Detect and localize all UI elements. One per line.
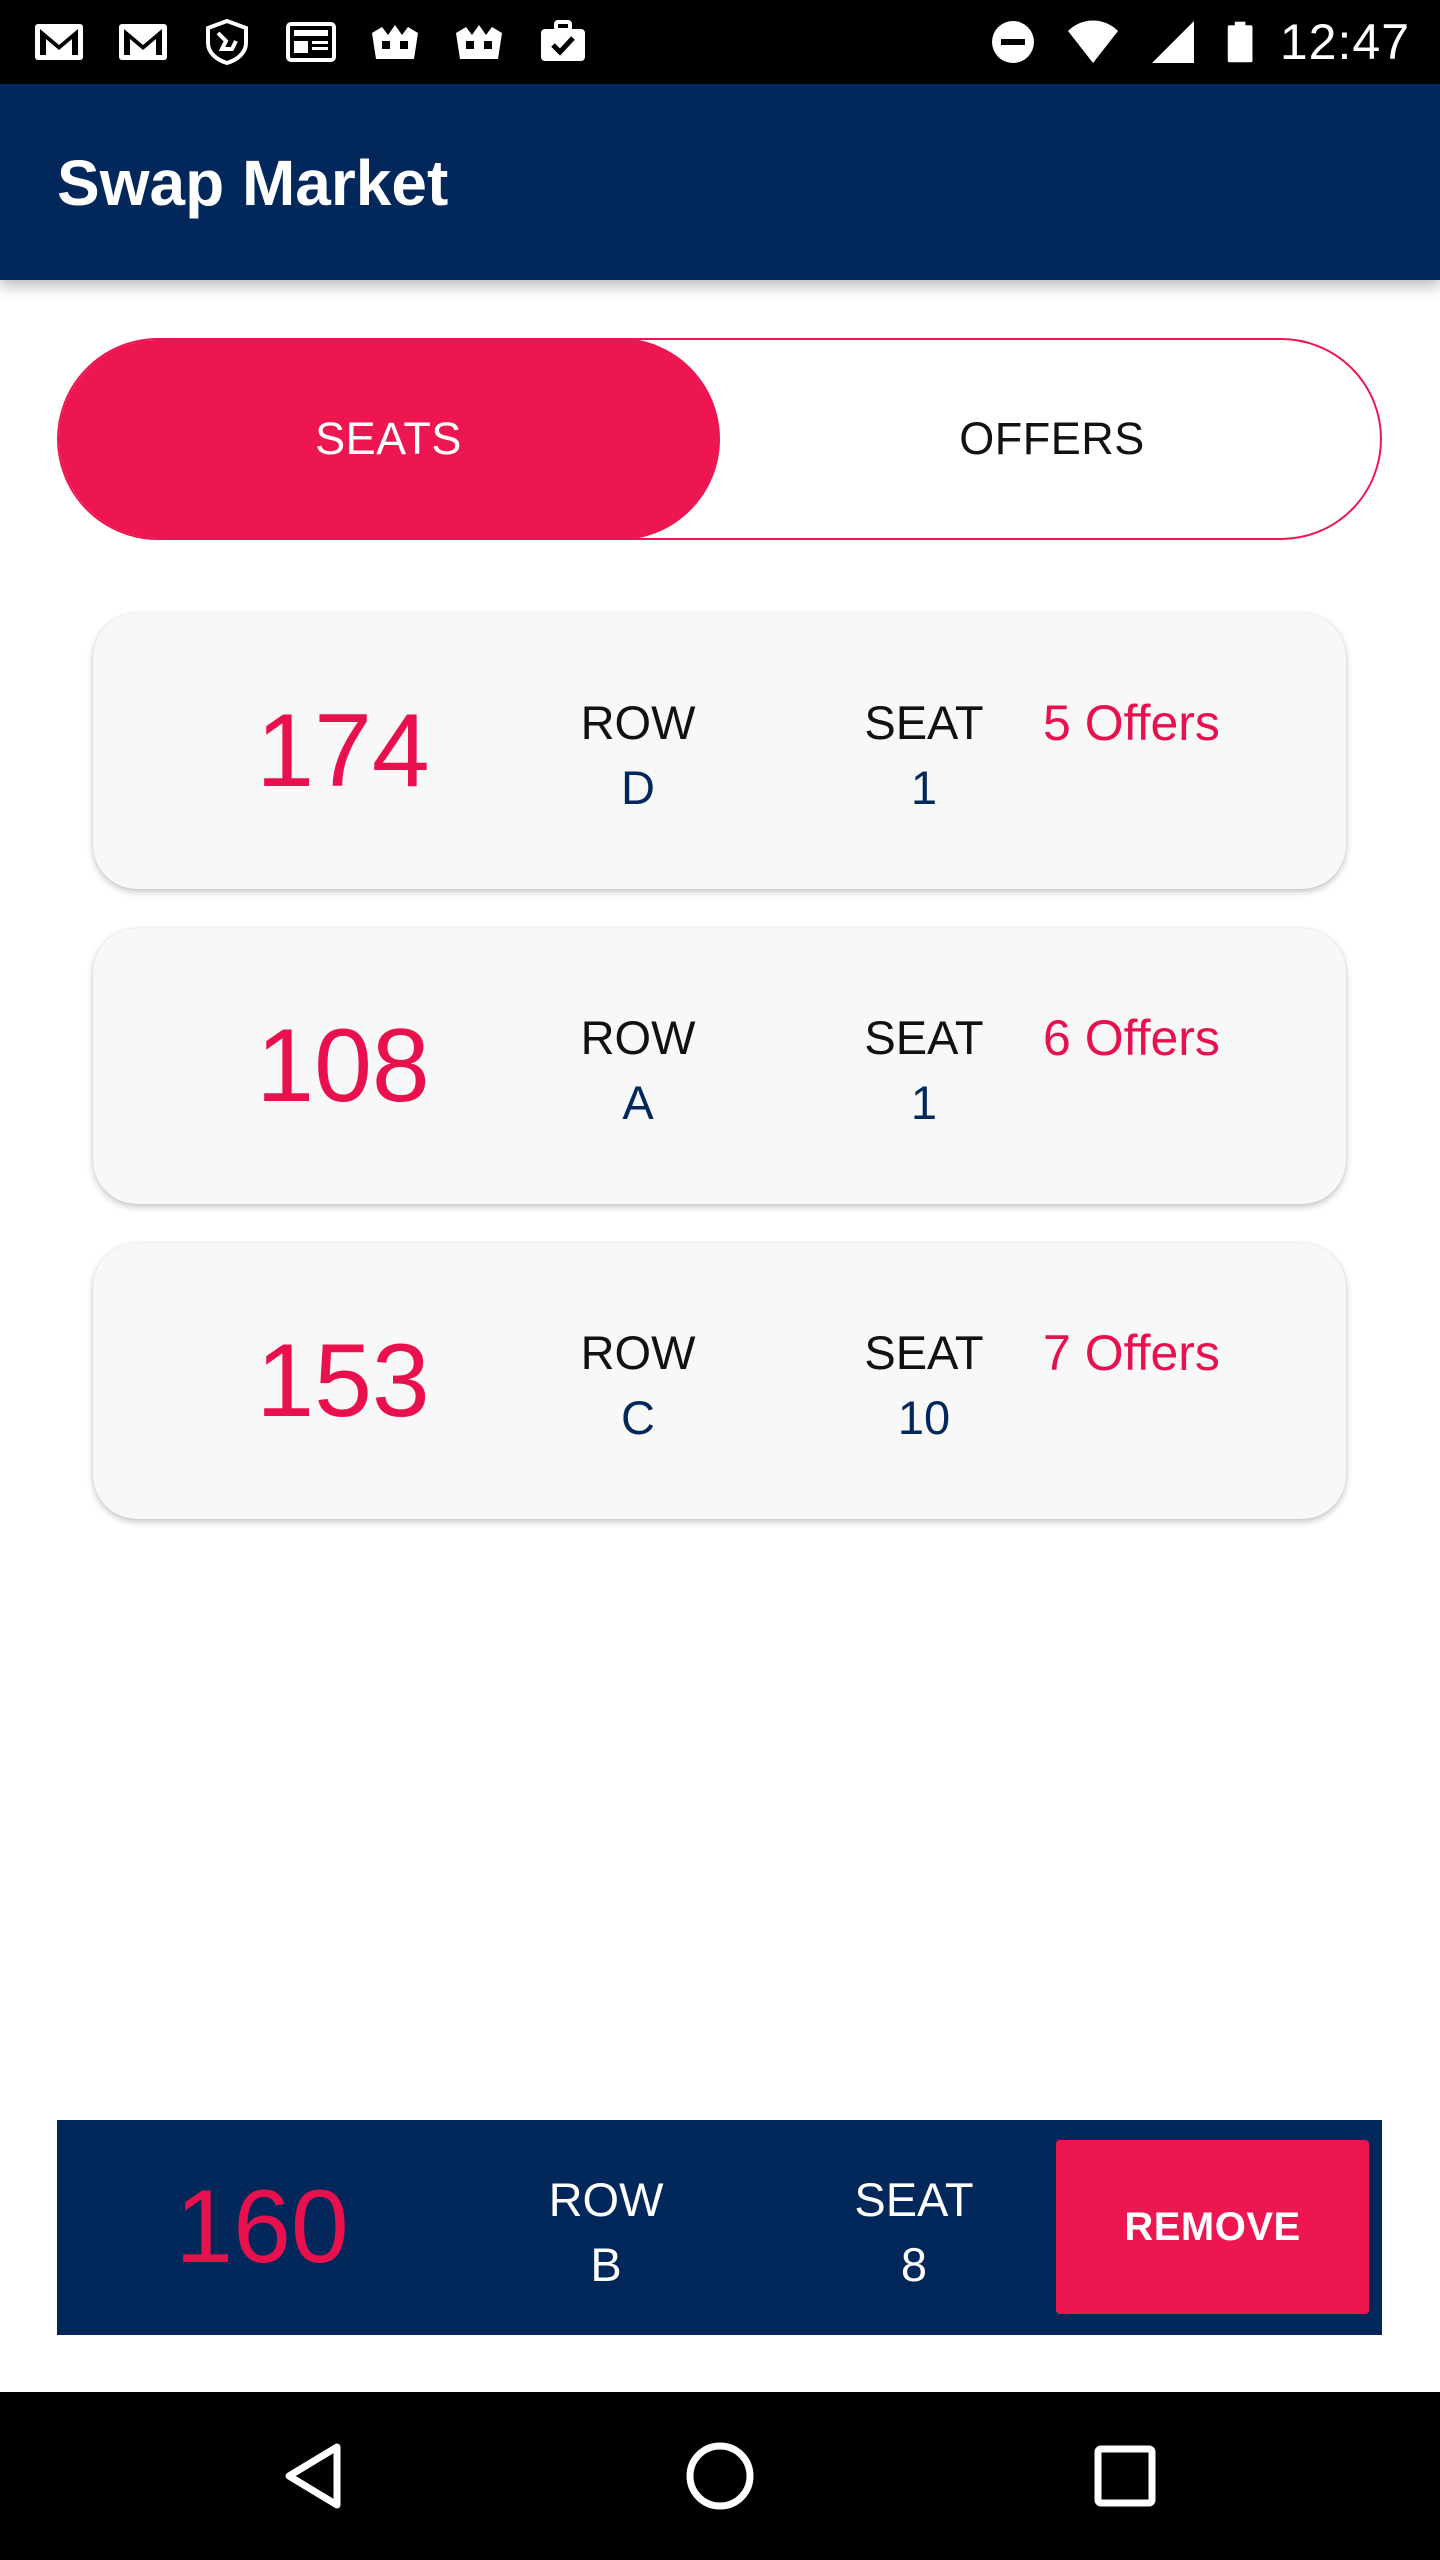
section-number: 108 [256, 1007, 430, 1124]
row-column: ROW D [538, 693, 738, 823]
crown-icon [450, 17, 508, 67]
back-icon[interactable] [266, 2426, 366, 2526]
section-number: 153 [256, 1322, 430, 1439]
home-icon[interactable] [670, 2426, 770, 2526]
page-title: Swap Market [57, 147, 449, 219]
row-label: ROW [580, 1326, 696, 1379]
seat-card[interactable]: 174 ROW D SEAT 1 5 Offers [93, 613, 1346, 889]
status-time: 12:47 [1279, 14, 1410, 70]
row-label: ROW [580, 696, 696, 749]
seat-card[interactable]: 153 ROW C SEAT 10 7 Offers [93, 1243, 1346, 1519]
seat-label: SEAT [864, 1326, 984, 1379]
shield-hand-icon [198, 17, 256, 67]
seat-value: 1 [910, 761, 938, 814]
seat-label: SEAT [864, 1011, 984, 1064]
seat-column: SEAT 1 [824, 1008, 1024, 1138]
news-icon [282, 17, 340, 67]
notification-icons [30, 14, 592, 70]
gmail-icon [114, 17, 172, 67]
row-value: D [621, 761, 655, 814]
seat-value: 8 [900, 2238, 928, 2291]
section-number: 174 [256, 692, 430, 809]
tab-seats[interactable]: SEATS [59, 340, 720, 538]
row-column: ROW A [538, 1008, 738, 1138]
selected-seat-bar: 160 ROW B SEAT 8 REMOVE [57, 2120, 1382, 2335]
seat-value: 1 [910, 1076, 938, 1129]
offers-count[interactable]: 7 Offers [1043, 1323, 1220, 1383]
selected-row-column: ROW B [506, 2170, 706, 2300]
row-label: ROW [580, 1011, 696, 1064]
status-bar: 12:47 [0, 0, 1440, 84]
segmented-tabs: SEATS OFFERS [57, 338, 1382, 540]
offers-count[interactable]: 5 Offers [1043, 693, 1220, 753]
seat-column: SEAT 10 [824, 1323, 1024, 1453]
seat-value: 10 [897, 1391, 951, 1444]
row-value: B [590, 2238, 622, 2291]
seat-label: SEAT [864, 696, 984, 749]
signal-icon [1144, 17, 1202, 67]
briefcase-check-icon [534, 17, 592, 67]
tab-offers[interactable]: OFFERS [722, 340, 1380, 538]
offers-count[interactable]: 6 Offers [1043, 1008, 1220, 1068]
selected-seat-column: SEAT 8 [814, 2170, 1014, 2300]
do-not-disturb-icon [984, 17, 1042, 67]
row-value: C [621, 1391, 655, 1444]
seat-label: SEAT [854, 2173, 974, 2226]
seat-card[interactable]: 108 ROW A SEAT 1 6 Offers [93, 928, 1346, 1204]
row-value: A [622, 1076, 654, 1129]
recents-icon[interactable] [1075, 2426, 1175, 2526]
selected-section-number: 160 [175, 2169, 349, 2285]
seat-column: SEAT 1 [824, 693, 1024, 823]
navigation-bar [0, 2392, 1440, 2560]
app-bar: Swap Market [0, 84, 1440, 280]
system-icons: 12:47 [984, 14, 1410, 70]
remove-button[interactable]: REMOVE [1056, 2140, 1369, 2314]
row-label: ROW [548, 2173, 664, 2226]
crown-icon [366, 17, 424, 67]
gmail-icon [30, 17, 88, 67]
wifi-icon [1064, 17, 1122, 67]
battery-icon [1224, 17, 1258, 67]
row-column: ROW C [538, 1323, 738, 1453]
